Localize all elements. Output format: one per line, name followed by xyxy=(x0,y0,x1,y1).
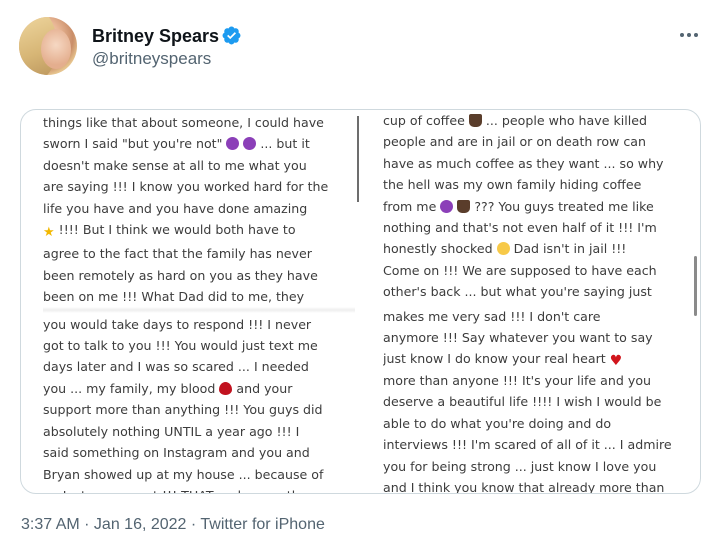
text-line: cup of coffee ... people who have killed xyxy=(383,113,647,128)
text-line: you ... my family, my blood and your xyxy=(43,380,293,396)
text-line: sworn I said "but you're not" ... but it xyxy=(43,136,310,152)
coffee-emoji-icon xyxy=(457,199,471,213)
text-line: said something on Instagram and you and xyxy=(43,445,310,461)
tweet-timestamp[interactable]: 3:37 AM · Jan 16, 2022 · Twitter for iPh… xyxy=(21,516,325,534)
text-line: able to do what you're doing and do xyxy=(383,415,612,431)
tweet-image[interactable]: things like that about someone, I could … xyxy=(20,109,701,494)
more-options-button[interactable] xyxy=(676,22,702,48)
heart-emoji-icon: ♥ xyxy=(609,353,623,370)
text-line: Come on !!! We are supposed to have each xyxy=(383,262,657,278)
image-scrollbar xyxy=(694,256,697,316)
emoji-icon xyxy=(243,137,257,151)
text-line: makes me very sad !!! I don't care xyxy=(383,308,601,324)
emoji-icon xyxy=(226,137,240,151)
text-line: honestly shocked Dad isn't in jail !!! xyxy=(383,241,627,257)
text-line: you would take days to respond !!! I nev… xyxy=(43,316,312,332)
text-line: Bryan showed up at my house ... because … xyxy=(43,466,324,482)
text-line: other's back ... but what you're saying … xyxy=(383,284,652,300)
image-seam xyxy=(43,307,355,313)
image-divider xyxy=(357,116,359,202)
text-line: deserve a beautiful life !!!! I wish I w… xyxy=(383,394,662,410)
ellipsis-icon xyxy=(680,33,684,37)
text-line: interviews !!! I'm scared of all of it .… xyxy=(383,437,672,453)
author-name[interactable]: Britney Spears xyxy=(92,26,219,47)
text-line: more than anyone !!! It's your life and … xyxy=(383,372,652,388)
image-text-left: things like that about someone, I could … xyxy=(43,112,355,493)
text-line: ★ !!!! But I think we would both have to xyxy=(43,219,355,243)
blood-drop-emoji-icon xyxy=(219,381,233,395)
text-line: nothing and that's not even half of it !… xyxy=(383,220,657,236)
text-line: just know I do know your real heart ♥ xyxy=(383,351,623,370)
text-line: have as much coffee as they want ... so … xyxy=(383,155,664,171)
text-line: days later and I was so scared ... I nee… xyxy=(43,359,309,375)
text-line: been remotely as hard on you as they hav… xyxy=(43,267,318,283)
image-text-right: cup of coffee ... people who have killed… xyxy=(383,110,693,493)
ellipsis-icon xyxy=(687,33,691,37)
text-line: been on me !!! What Dad did to me, they xyxy=(43,289,305,305)
avatar-face xyxy=(41,29,71,69)
text-line: the hell was my own family hiding coffee xyxy=(383,177,642,193)
emoji-icon xyxy=(440,199,454,213)
ellipsis-icon xyxy=(694,33,698,37)
text-line: from me ??? You guys treated me like xyxy=(383,198,654,214)
text-line: life you have and you have done amazing xyxy=(43,200,308,216)
text-line: agree to the fact that the family has ne… xyxy=(43,246,312,262)
text-line: doesn't make sense at all to me what you xyxy=(43,157,307,173)
text-line: got to talk to you !!! You would just te… xyxy=(43,338,318,354)
text-line: and I think you know that already more t… xyxy=(383,479,665,493)
text-line: people and are in jail or on death row c… xyxy=(383,134,646,150)
text-line: an Instagram post !!! THAT makes me the xyxy=(43,485,355,493)
text-line: things like that about someone, I could … xyxy=(43,115,324,130)
text-line: support more than anything !!! You guys … xyxy=(43,402,323,418)
avatar[interactable] xyxy=(19,17,77,75)
shocked-emoji-icon xyxy=(496,242,510,256)
text-line: you for being strong ... just know I lov… xyxy=(383,458,657,474)
text-line: absolutely nothing UNTIL a year ago !!! … xyxy=(43,423,300,439)
star-emoji-icon: ★ xyxy=(43,225,55,241)
text-line: anymore !!! Say whatever you want to say xyxy=(383,330,653,346)
verified-badge-icon xyxy=(222,26,241,45)
text-line: are saying !!! I know you worked hard fo… xyxy=(43,179,329,195)
author-handle[interactable]: @britneyspears xyxy=(92,49,211,69)
coffee-emoji-icon xyxy=(468,114,482,127)
